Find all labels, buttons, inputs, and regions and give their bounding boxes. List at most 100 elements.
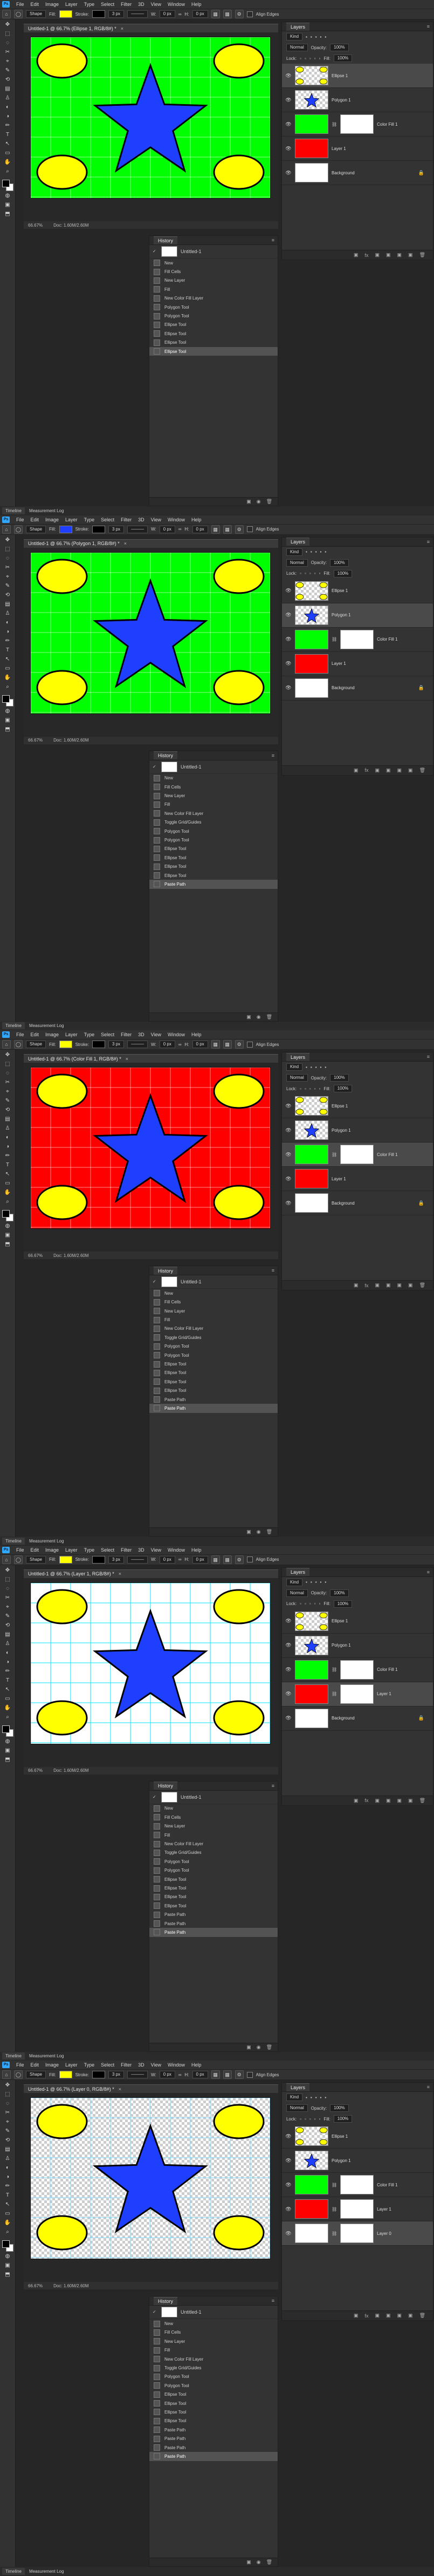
history-state[interactable]: New Layer (149, 2337, 278, 2346)
visibility-eye-icon[interactable]: 👁 (285, 170, 292, 176)
layer-name[interactable]: Ellipse 1 (332, 2134, 348, 2139)
history-state[interactable]: Fill Cells (149, 267, 278, 276)
visibility-eye-icon[interactable]: 👁 (285, 1152, 292, 1158)
menu-item-type[interactable]: Type (81, 517, 98, 522)
stroke-swatch[interactable] (92, 10, 105, 18)
trash-icon[interactable]: 🗑 (266, 499, 272, 505)
menu-item-view[interactable]: View (148, 1032, 164, 1037)
fill-field[interactable]: 100% (333, 569, 353, 577)
tool-2-icon[interactable]: ◌ (3, 39, 12, 47)
layer-name[interactable]: Layer 1 (332, 146, 346, 151)
mask-link-icon[interactable]: ⛓ (332, 637, 337, 642)
ellipse-shape-4[interactable] (213, 154, 265, 190)
layer-row[interactable]: 👁 Polygon 1 (282, 2149, 433, 2173)
mode-2-icon[interactable]: ⬒ (3, 210, 12, 218)
layer-name[interactable]: Layer 1 (377, 2207, 391, 2212)
tool-11-icon[interactable]: ✏ (3, 2183, 12, 2190)
ellipse-shape-3[interactable] (36, 154, 88, 190)
align-icon[interactable]: ▦ (211, 10, 220, 18)
height-field[interactable]: 0 px (192, 10, 208, 18)
history-state[interactable]: Paste Path (149, 880, 278, 889)
history-tab[interactable]: History (154, 751, 178, 760)
visibility-eye-icon[interactable]: 👁 (285, 1618, 292, 1624)
menu-item-filter[interactable]: Filter (118, 2, 135, 7)
foreground-color-swatch[interactable] (2, 180, 10, 187)
stroke-width-field[interactable]: 3 px (108, 1041, 125, 1049)
filter-shape-icon[interactable]: ▪ (320, 35, 322, 39)
history-state[interactable]: New Layer (149, 791, 278, 800)
menu-item-layer[interactable]: Layer (62, 517, 81, 522)
home-icon[interactable]: ⌂ (2, 1040, 11, 1049)
history-state[interactable]: Ellipse Tool (149, 871, 278, 880)
visibility-eye-icon[interactable]: 👁 (285, 121, 292, 127)
history-state[interactable]: Ellipse Tool (149, 845, 278, 853)
menu-item-image[interactable]: Image (42, 2062, 62, 2068)
layer-name[interactable]: Background (332, 171, 355, 175)
visibility-eye-icon[interactable]: 👁 (285, 2231, 292, 2237)
layer-row[interactable]: 👁 Background 🔒 (282, 676, 433, 701)
foreground-color-swatch[interactable] (2, 695, 10, 703)
visibility-eye-icon[interactable]: 👁 (285, 1176, 292, 1182)
home-icon[interactable]: ⌂ (2, 10, 11, 18)
shape-tool-icon[interactable]: ◯ (14, 10, 23, 18)
layer-mask-thumbnail[interactable] (340, 1145, 374, 1165)
layer-row[interactable]: 👁 Ellipse 1 (282, 64, 433, 88)
mode-2-icon[interactable]: ⬒ (3, 1756, 12, 1764)
new-layer-icon[interactable]: ▣ (408, 1282, 413, 1288)
align-icon[interactable]: ▦ (211, 525, 220, 534)
adjustment-icon[interactable]: ▣ (386, 252, 391, 258)
tool-9-icon[interactable]: ◐ (3, 1649, 12, 1657)
history-state[interactable]: Ellipse Tool (149, 1386, 278, 1395)
layer-row[interactable]: 👁 Ellipse 1 (282, 579, 433, 603)
history-state[interactable]: Paste Path (149, 1928, 278, 1937)
menu-item-layer[interactable]: Layer (62, 2, 81, 7)
align-edges-checkbox[interactable] (246, 11, 253, 17)
tool-15-icon[interactable]: ✋ (3, 159, 12, 166)
ellipse-shape-1[interactable] (36, 1589, 88, 1625)
color-swatches[interactable] (2, 695, 13, 706)
tool-15-icon[interactable]: ✋ (3, 1189, 12, 1197)
shape-tool-icon[interactable]: ◯ (14, 1555, 23, 1564)
opacity-field[interactable]: 100% (330, 2104, 349, 2112)
close-icon[interactable]: × (119, 2086, 121, 2092)
lock-artboard-icon[interactable]: ▫ (314, 1086, 316, 1091)
menu-item-image[interactable]: Image (42, 1032, 62, 1037)
tool-6-icon[interactable]: ⟲ (3, 1622, 12, 1629)
kind-dropdown[interactable]: Kind (286, 33, 303, 40)
visibility-eye-icon[interactable]: 👁 (285, 2182, 292, 2188)
gear-icon[interactable]: ⚙ (235, 2070, 244, 2079)
tool-6-icon[interactable]: ⟲ (3, 592, 12, 599)
layer-row[interactable]: 👁 Polygon 1 (282, 88, 433, 112)
arrange-icon[interactable]: ▦ (223, 525, 232, 534)
arrange-icon[interactable]: ▦ (223, 2070, 232, 2079)
shape-mode-dropdown[interactable]: Shape (26, 525, 46, 533)
fill-swatch[interactable] (59, 2071, 72, 2079)
history-state[interactable]: Fill (149, 800, 278, 809)
menu-item-edit[interactable]: Edit (27, 2062, 43, 2068)
trash-icon[interactable]: 🗑 (266, 1529, 272, 1535)
fx-icon[interactable]: fx (364, 2313, 368, 2319)
new-layer-icon[interactable]: ▣ (408, 1798, 413, 1804)
tool-4-icon[interactable]: ⌖ (3, 2118, 12, 2126)
align-edges-checkbox[interactable] (246, 1041, 253, 1048)
lock-all-icon[interactable]: ▫ (319, 1601, 321, 1606)
layer-row[interactable]: 👁 Polygon 1 (282, 603, 433, 628)
history-state[interactable]: Toggle Grid/Guides (149, 1333, 278, 1342)
history-state[interactable]: Toggle Grid/Guides (149, 818, 278, 827)
color-swatches[interactable] (2, 180, 13, 191)
layer-row[interactable]: 👁 Background 🔒 (282, 161, 433, 185)
color-swatches[interactable] (2, 1210, 13, 1222)
lock-move-icon[interactable]: ▫ (309, 1086, 311, 1091)
layer-name[interactable]: Color Fill 1 (377, 122, 397, 127)
tool-8-icon[interactable]: ♙ (3, 1640, 12, 1648)
tool-13-icon[interactable]: ↖ (3, 140, 12, 148)
history-state[interactable]: New Layer (149, 276, 278, 285)
group-icon[interactable]: ▣ (397, 2313, 402, 2319)
tool-4-icon[interactable]: ⌖ (3, 58, 12, 65)
width-field[interactable]: 0 px (159, 1041, 175, 1049)
trash-icon[interactable]: 🗑 (266, 1014, 272, 1020)
menu-item-filter[interactable]: Filter (118, 1547, 135, 1553)
shape-mode-dropdown[interactable]: Shape (26, 2071, 46, 2079)
shape-mode-dropdown[interactable]: Shape (26, 1041, 46, 1049)
panel-menu-icon[interactable]: ≡ (272, 2298, 274, 2303)
